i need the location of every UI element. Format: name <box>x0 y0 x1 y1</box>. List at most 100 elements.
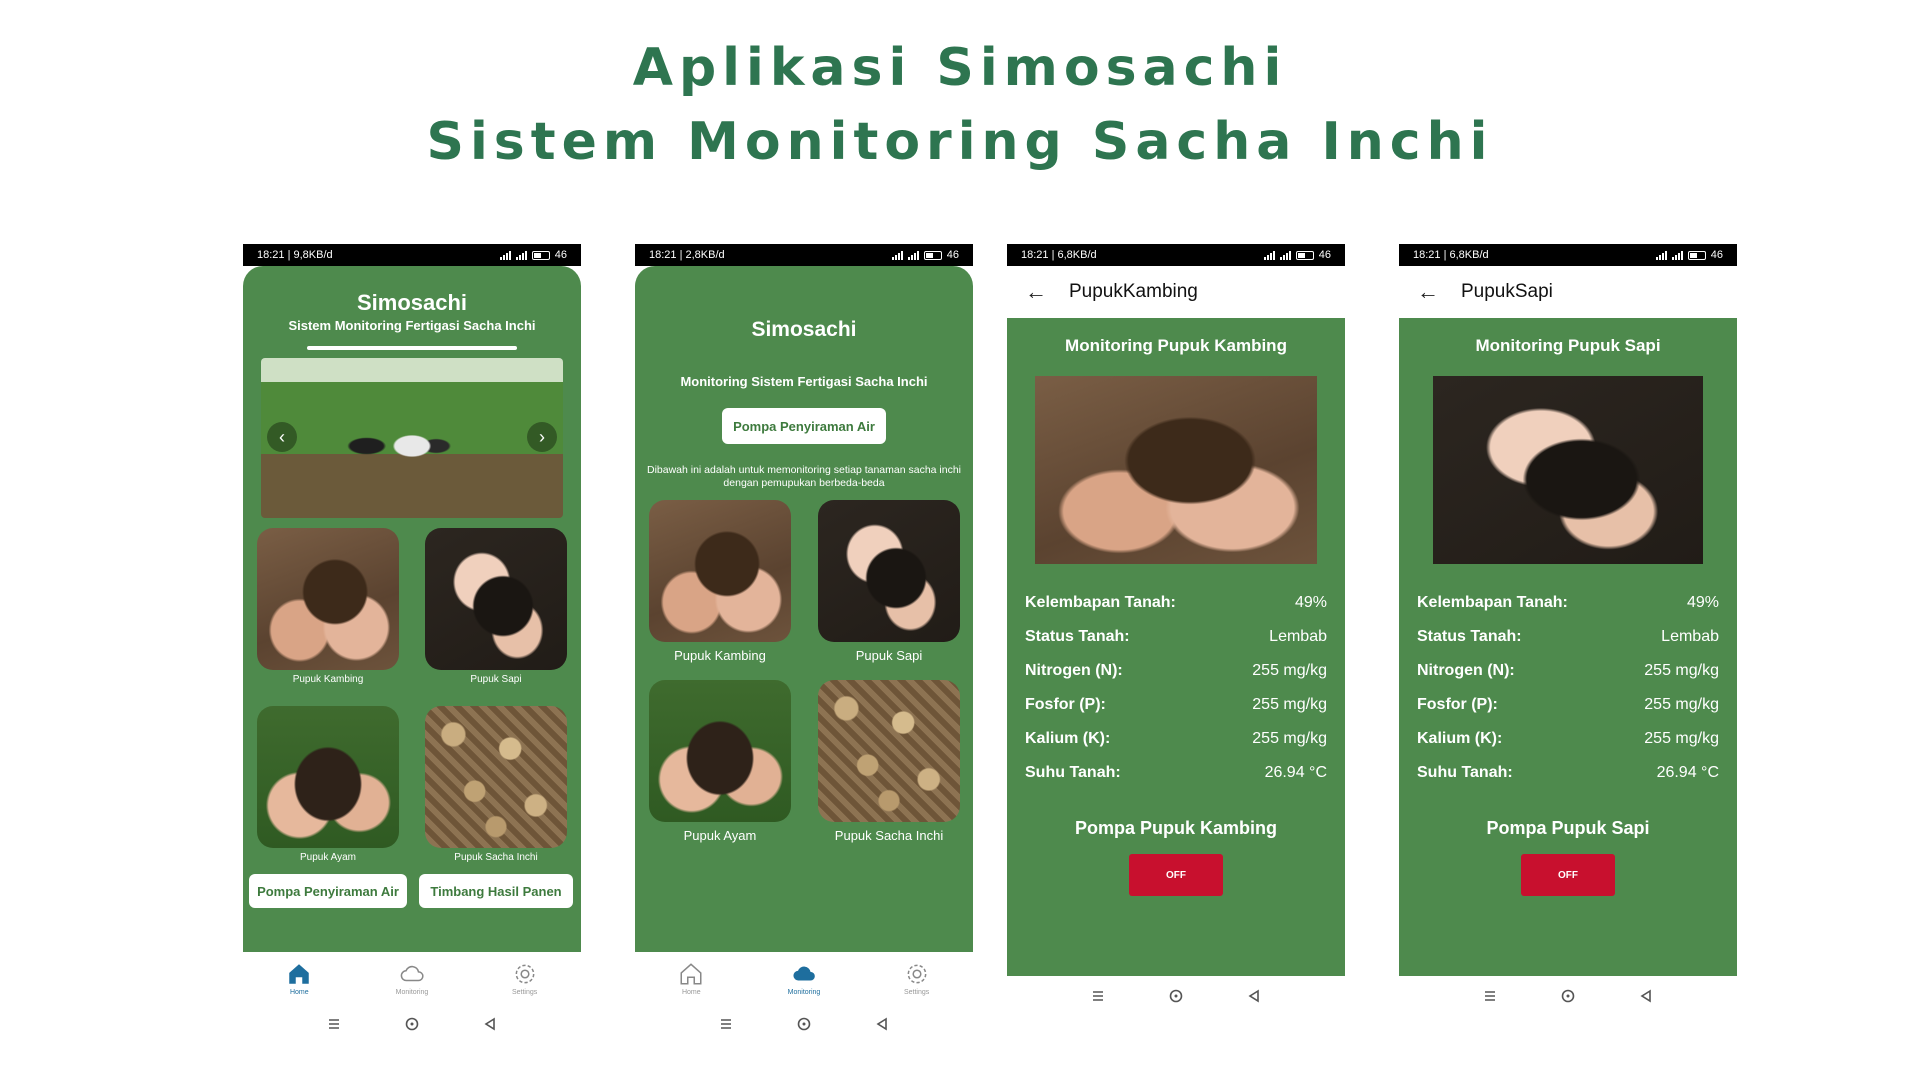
carousel-next-button[interactable]: › <box>527 422 557 452</box>
home-circle-icon[interactable] <box>1560 988 1576 1004</box>
home-circle-icon[interactable] <box>796 1016 812 1032</box>
row-suhu: Suhu Tanah: 26.94 °C <box>1025 764 1327 781</box>
menu-icon[interactable] <box>718 1016 734 1032</box>
card-pupuk-sacha-inchi[interactable] <box>425 706 567 848</box>
card-pupuk-ayam[interactable] <box>257 706 399 848</box>
pompa-toggle-button[interactable]: OFF <box>1521 854 1615 896</box>
card-pupuk-ayam[interactable] <box>649 680 791 822</box>
status-bar: 18:21 | 2,8KB/d 46 <box>635 244 973 266</box>
status-time: 18:21 | 9,8KB/d <box>257 249 333 261</box>
page-subtitle: Sistem Monitoring Sacha Inchi <box>426 112 1494 172</box>
signal-icon <box>1671 250 1683 260</box>
row-kalium: Kalium (K): 255 mg/kg <box>1417 730 1719 747</box>
card-label: Pupuk Ayam <box>683 828 757 843</box>
menu-icon[interactable] <box>1482 988 1498 1004</box>
card-label: Pupuk Kambing <box>674 648 766 663</box>
card-label: Pupuk Sapi <box>855 648 923 663</box>
page-title: Aplikasi Simosachi <box>632 38 1288 98</box>
pompa-title: Pompa Pupuk Sapi <box>1486 818 1650 838</box>
card-pupuk-kambing[interactable] <box>649 500 791 642</box>
detail-screen: Monitoring Pupuk Kambing Kelembapan Tana… <box>1007 318 1345 976</box>
row-fosfor: Fosfor (P): 255 mg/kg <box>1025 696 1327 713</box>
nav-settings[interactable]: Settings <box>877 961 957 996</box>
card-pupuk-sapi[interactable] <box>818 500 960 642</box>
back-triangle-icon[interactable] <box>482 1016 498 1032</box>
battery-icon <box>923 250 942 260</box>
gear-icon <box>515 964 535 983</box>
soil-photo <box>257 706 399 848</box>
timbang-hasil-panen-button[interactable]: Timbang Hasil Panen <box>419 874 573 908</box>
pompa-penyiraman-button[interactable]: Pompa Penyiraman Air <box>249 874 407 908</box>
phone-pupuk-sapi: 18:21 | 6,8KB/d 46 ← PupukSapi Monitorin… <box>1399 244 1737 1016</box>
battery-level: 46 <box>946 249 959 261</box>
row-kelembapan: Kelembapan Tanah: 49% <box>1025 594 1327 611</box>
back-triangle-icon[interactable] <box>874 1016 890 1032</box>
monitoring-heading: Monitoring Pupuk Kambing <box>1065 336 1287 355</box>
pompa-penyiraman-button[interactable]: Pompa Penyiraman Air <box>722 408 886 444</box>
card-pupuk-kambing[interactable] <box>257 528 399 670</box>
app-bar-title: PupukKambing <box>1069 281 1198 302</box>
signal-icon <box>515 250 527 260</box>
shells-photo <box>818 680 960 822</box>
app-bar: ← PupukKambing <box>1007 266 1345 318</box>
row-kalium: Kalium (K): 255 mg/kg <box>1025 730 1327 747</box>
card-pupuk-sacha-inchi[interactable] <box>818 680 960 822</box>
battery-icon <box>531 250 550 260</box>
carousel-prev-button[interactable]: ‹ <box>267 422 297 452</box>
soil-photo <box>425 528 567 670</box>
status-time: 18:21 | 6,8KB/d <box>1021 249 1097 261</box>
back-triangle-icon[interactable] <box>1638 988 1654 1004</box>
nav-settings[interactable]: Settings <box>485 961 565 996</box>
description-text: Dibawah ini adalah untuk memonitoring se… <box>646 464 962 489</box>
battery-level: 46 <box>554 249 567 261</box>
menu-icon[interactable] <box>1090 988 1106 1004</box>
row-nitrogen: Nitrogen (N): 255 mg/kg <box>1025 662 1327 679</box>
card-pupuk-sapi[interactable] <box>425 528 567 670</box>
back-triangle-icon[interactable] <box>1246 988 1262 1004</box>
battery-icon <box>1295 250 1314 260</box>
home-icon <box>289 963 310 984</box>
row-status: Status Tanah: Lembab <box>1025 628 1327 645</box>
monitoring-heading: Monitoring Pupuk Sapi <box>1475 336 1661 355</box>
row-kelembapan: Kelembapan Tanah: 49% <box>1417 594 1719 611</box>
pompa-toggle-button[interactable]: OFF <box>1129 854 1223 896</box>
nav-home[interactable]: Home <box>259 961 339 996</box>
menu-icon[interactable] <box>326 1016 342 1032</box>
card-label: Pupuk Kambing <box>292 674 364 685</box>
soil-photo <box>818 500 960 642</box>
bottom-nav: Home Monitoring Settings <box>635 952 973 1004</box>
card-label: Pupuk Ayam <box>300 852 356 863</box>
system-nav-bar <box>243 1004 581 1044</box>
nav-label: Settings <box>511 988 538 996</box>
signal-icon <box>1655 250 1667 260</box>
card-label: Pupuk Sapi <box>470 674 522 685</box>
hero-carousel[interactable]: ‹ › <box>261 358 563 518</box>
back-arrow-icon[interactable]: ← <box>1025 281 1047 303</box>
app-subtitle: Sistem Monitoring Fertigasi Sacha Inchi <box>288 318 536 333</box>
system-nav-bar <box>635 1004 973 1044</box>
cloud-icon <box>400 965 424 981</box>
nav-monitoring[interactable]: Monitoring <box>372 961 452 996</box>
cloud-icon <box>793 966 815 981</box>
home-circle-icon[interactable] <box>1168 988 1184 1004</box>
app-subtitle: Monitoring Sistem Fertigasi Sacha Inchi <box>680 374 928 389</box>
soil-photo <box>649 500 791 642</box>
nav-label: Settings <box>903 988 930 996</box>
home-circle-icon[interactable] <box>404 1016 420 1032</box>
carousel-indicator <box>307 346 517 350</box>
pompa-title: Pompa Pupuk Kambing <box>1074 818 1278 838</box>
battery-level: 46 <box>1710 249 1723 261</box>
system-nav-bar <box>1007 976 1345 1016</box>
app-bar-title: PupukSapi <box>1461 281 1553 302</box>
nav-label: Home <box>289 988 309 996</box>
row-status: Status Tanah: Lembab <box>1417 628 1719 645</box>
nav-monitoring[interactable]: Monitoring <box>764 961 844 996</box>
row-nitrogen: Nitrogen (N): 255 mg/kg <box>1417 662 1719 679</box>
back-arrow-icon[interactable]: ← <box>1417 281 1439 303</box>
signal-icon <box>891 250 903 260</box>
soil-photo <box>649 680 791 822</box>
card-label: Pupuk Sacha Inchi <box>454 852 538 863</box>
status-time: 18:21 | 2,8KB/d <box>649 249 725 261</box>
phone-pupuk-kambing: 18:21 | 6,8KB/d 46 ← PupukKambing Monito… <box>1007 244 1345 1016</box>
nav-home[interactable]: Home <box>651 961 731 996</box>
